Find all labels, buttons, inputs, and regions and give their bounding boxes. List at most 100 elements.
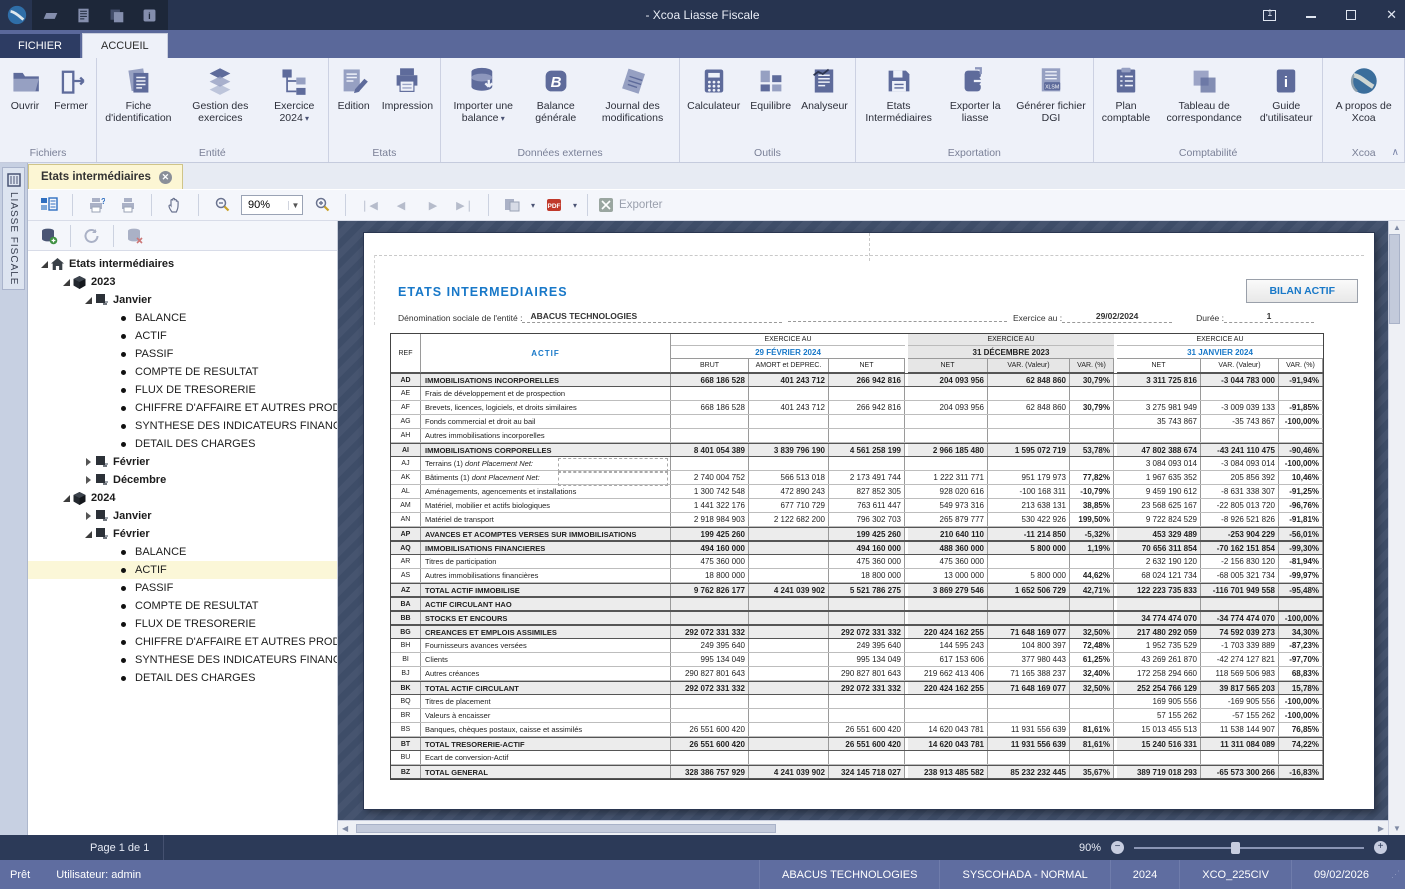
qat-info-icon[interactable]: i — [141, 7, 158, 24]
horizontal-scrollbar[interactable]: ◀ ▶ — [338, 820, 1388, 835]
expand-icon[interactable] — [82, 476, 94, 484]
refresh-button[interactable] — [79, 224, 105, 248]
maximize-button[interactable] — [1346, 10, 1356, 20]
page-layout-button[interactable] — [499, 193, 525, 217]
tree-item-detail-des-charges[interactable]: DETAIL DES CHARGES — [28, 669, 337, 687]
vertical-scroll-thumb[interactable] — [1389, 234, 1400, 324]
last-page-button[interactable]: ▶❘ — [452, 193, 478, 217]
tree-item-chiffre-d-affaire-et-autres-produits[interactable]: CHIFFRE D'AFFAIRE ET AUTRES PRODUITS — [28, 399, 337, 417]
ribbon-button-journal-des-modifications[interactable]: Journal des modifications — [588, 60, 677, 124]
zoom-in-slider-icon[interactable]: + — [1374, 841, 1387, 854]
qat-document-icon[interactable] — [75, 7, 92, 24]
resize-grip[interactable]: ⋰ — [1391, 869, 1405, 880]
zoom-in-button[interactable] — [309, 193, 335, 217]
scroll-up-icon[interactable]: ▲ — [1389, 223, 1405, 232]
collapse-icon[interactable] — [60, 495, 72, 502]
tree-item-passif[interactable]: PASSIF — [28, 579, 337, 597]
qat-open-icon[interactable] — [42, 7, 59, 24]
ribbon-button-a-propos-de-xcoa[interactable]: A propos de Xcoa — [1325, 60, 1402, 124]
tab-fichier[interactable]: FICHIER — [0, 34, 80, 58]
ribbon-button-edition[interactable]: Edition — [331, 60, 377, 112]
ribbon-button-ouvrir[interactable]: Ouvrir — [2, 60, 48, 112]
delete-data-button[interactable] — [122, 224, 148, 248]
horizontal-scroll-thumb[interactable] — [356, 824, 776, 833]
ribbon-collapse-icon[interactable]: ∧ — [1392, 147, 1399, 158]
ribbon-button-plan-comptable[interactable]: Plan comptable — [1096, 60, 1156, 124]
ribbon-button-tableau-de-correspondance[interactable]: Tableau de correspondance — [1156, 60, 1252, 124]
collapse-icon[interactable] — [38, 261, 50, 268]
print-button[interactable] — [115, 193, 141, 217]
exporter-button[interactable]: Exporter — [598, 197, 662, 213]
scroll-left-icon[interactable]: ◀ — [338, 824, 352, 833]
tree-item-compte-de-resultat[interactable]: COMPTE DE RESULTAT — [28, 363, 337, 381]
close-button[interactable]: ✕ — [1386, 7, 1397, 23]
zoom-slider-track[interactable] — [1134, 847, 1364, 849]
tree-item-janvier[interactable]: Janvier — [28, 507, 337, 525]
zoom-out-slider-icon[interactable]: − — [1111, 841, 1124, 854]
collapse-icon[interactable] — [60, 279, 72, 286]
ribbon-button-gestion-des-exercices[interactable]: Gestion des exercices — [178, 60, 263, 124]
tree-item-synthese-des-indicateurs-financiers[interactable]: SYNTHESE DES INDICATEURS FINANCIERS — [28, 651, 337, 669]
tree-item-actif[interactable]: ACTIF — [28, 561, 337, 579]
zoom-out-button[interactable] — [209, 193, 235, 217]
expand-icon[interactable] — [82, 512, 94, 520]
ribbon-button-calculateur[interactable]: Calculateur — [682, 60, 745, 112]
ribbon-button-fermer[interactable]: Fermer — [48, 60, 94, 112]
tree-item-f-vrier[interactable]: Février — [28, 525, 337, 543]
add-data-button[interactable] — [36, 224, 62, 248]
close-tab-icon[interactable]: ✕ — [159, 171, 172, 184]
pdf-export-button[interactable]: PDF — [541, 193, 567, 217]
panel-toggle-icon[interactable] — [1263, 10, 1276, 21]
thumbnails-toggle-button[interactable] — [36, 193, 62, 217]
tree-item-flux-de-tresorerie[interactable]: FLUX DE TRESORERIE — [28, 381, 337, 399]
side-tab-liasse-fiscale[interactable]: LIASSE FISCALE — [2, 167, 25, 290]
qat-copy-icon[interactable] — [108, 7, 125, 24]
tree-item-synthese-des-indicateurs-financiers[interactable]: SYNTHESE DES INDICATEURS FINANCIERS — [28, 417, 337, 435]
tree-item-detail-des-charges[interactable]: DETAIL DES CHARGES — [28, 435, 337, 453]
tree-item-flux-de-tresorerie[interactable]: FLUX DE TRESORERIE — [28, 615, 337, 633]
tree-item-2023[interactable]: 2023 — [28, 273, 337, 291]
zoom-slider-thumb[interactable] — [1231, 842, 1240, 854]
tree-item-2024[interactable]: 2024 — [28, 489, 337, 507]
ribbon-button-etats-interm-diaires[interactable]: Etats Intermédiaires — [858, 60, 940, 124]
page-layout-caret-icon[interactable]: ▾ — [531, 201, 535, 210]
collapse-icon[interactable] — [82, 297, 94, 304]
first-page-button[interactable]: ❘◀ — [356, 193, 382, 217]
ribbon-button-impression[interactable]: Impression — [377, 60, 438, 112]
ribbon-button-equilibre[interactable]: Equilibre — [745, 60, 796, 112]
tree-item-janvier[interactable]: Janvier — [28, 291, 337, 309]
tree-item-d-cembre[interactable]: Décembre — [28, 471, 337, 489]
document-tab[interactable]: Etats intermédiaires ✕ — [28, 164, 183, 189]
ribbon-button-analyseur[interactable]: Analyseur — [796, 60, 853, 112]
tree-item-balance[interactable]: BALANCE — [28, 543, 337, 561]
zoom-level-combo[interactable]: 90% ▼ — [241, 195, 303, 215]
next-page-button[interactable]: ▶ — [420, 193, 446, 217]
scroll-down-icon[interactable]: ▼ — [1389, 824, 1405, 833]
tree-item-chiffre-d-affaire-et-autres-produits[interactable]: CHIFFRE D'AFFAIRE ET AUTRES PRODUITS — [28, 633, 337, 651]
ribbon-button-importer-une-balance[interactable]: Importer une balance ▾ — [443, 60, 523, 125]
tree-item-actif[interactable]: ACTIF — [28, 327, 337, 345]
minimize-button[interactable] — [1306, 12, 1316, 18]
tree-item-balance[interactable]: BALANCE — [28, 309, 337, 327]
ribbon-button-exercice-2024[interactable]: Exercice 2024 ▾ — [263, 60, 326, 125]
scroll-right-icon[interactable]: ▶ — [1374, 824, 1388, 833]
ribbon-button-balance-g-n-rale[interactable]: BBalance générale — [523, 60, 588, 124]
ribbon-button-guide-d-utilisateur[interactable]: iGuide d'utilisateur — [1252, 60, 1320, 124]
collapse-icon[interactable] — [82, 531, 94, 538]
tree-item-f-vrier[interactable]: Février — [28, 453, 337, 471]
print-setup-button[interactable]: ? — [83, 193, 109, 217]
ribbon-button-fiche-d-identification[interactable]: Fiche d'identification — [99, 60, 178, 124]
vertical-scrollbar[interactable]: ▲ ▼ — [1388, 221, 1405, 835]
ribbon-button-exporter-la-liasse[interactable]: Exporter la liasse — [939, 60, 1011, 124]
tree-item-etats-interm-diaires[interactable]: Etats intermédiaires — [28, 255, 337, 273]
tree-item-compte-de-resultat[interactable]: COMPTE DE RESULTAT — [28, 597, 337, 615]
pan-hand-button[interactable] — [162, 193, 188, 217]
zoom-combo-caret-icon[interactable]: ▼ — [288, 201, 302, 210]
expand-icon[interactable] — [82, 458, 94, 466]
pdf-caret-icon[interactable]: ▾ — [573, 201, 577, 210]
previous-page-button[interactable]: ◀ — [388, 193, 414, 217]
tab-accueil[interactable]: ACCUEIL — [82, 33, 168, 58]
bilan-actif-button[interactable]: BILAN ACTIF — [1246, 279, 1358, 303]
ribbon-button-g-n-rer-fichier-dgi[interactable]: XLSMGénérer fichier DGI — [1011, 60, 1091, 124]
tree-item-passif[interactable]: PASSIF — [28, 345, 337, 363]
